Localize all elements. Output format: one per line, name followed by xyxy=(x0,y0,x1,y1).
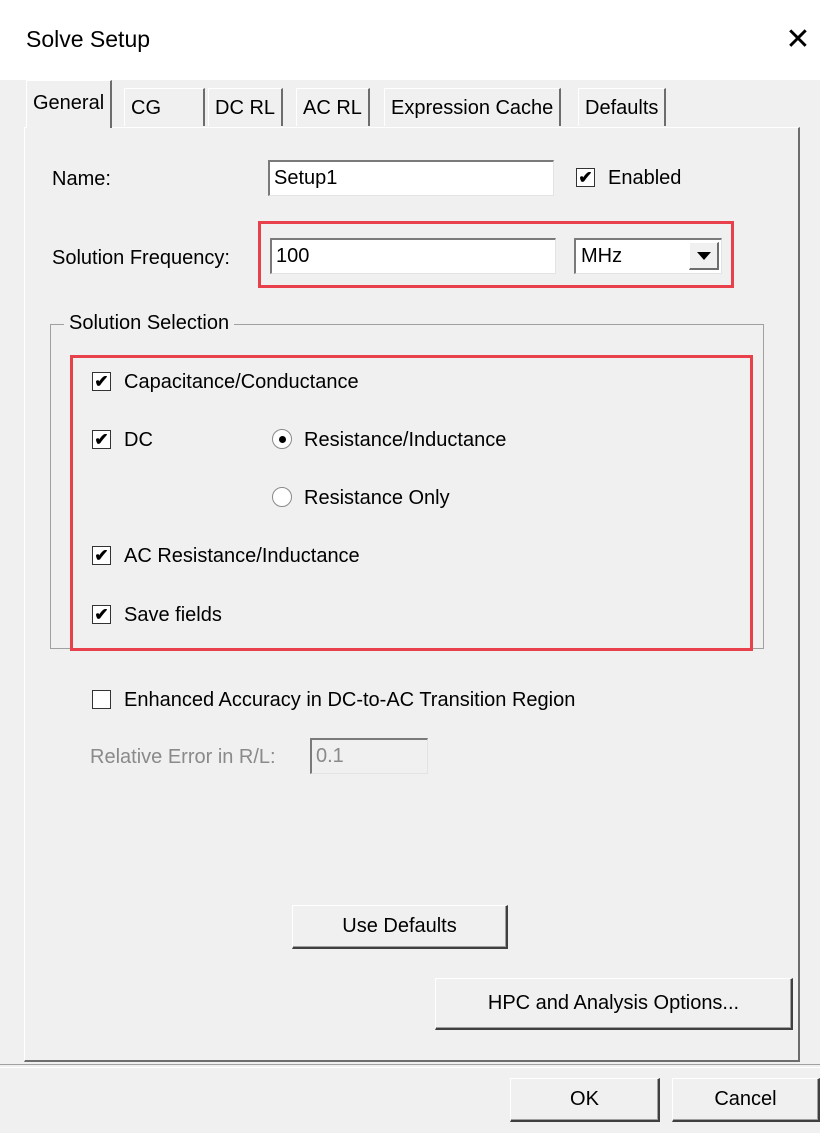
tab-label: DC RL xyxy=(215,97,276,119)
relative-error-label: Relative Error in R/L: xyxy=(90,746,276,768)
resistance-inductance-radio[interactable] xyxy=(272,429,292,449)
tab-ac-rl[interactable]: AC RL xyxy=(296,88,370,126)
solution-frequency-label: Solution Frequency: xyxy=(52,247,230,269)
footer-separator xyxy=(0,1064,820,1068)
cancel-button[interactable]: Cancel xyxy=(672,1078,820,1122)
tab-defaults[interactable]: Defaults xyxy=(578,88,667,126)
dc-label: DC xyxy=(124,429,153,451)
tab-label: General xyxy=(33,92,105,114)
tab-dc-rl[interactable]: DC RL xyxy=(208,88,284,126)
tab-general[interactable]: General xyxy=(26,80,113,128)
solution-frequency-input[interactable] xyxy=(270,238,556,274)
capacitance-conductance-label: Capacitance/Conductance xyxy=(124,371,359,393)
resistance-only-radio[interactable] xyxy=(272,487,292,507)
window-title: Solve Setup xyxy=(26,26,151,52)
enabled-checkbox[interactable]: ✔ xyxy=(576,168,595,187)
chevron-down-icon[interactable] xyxy=(689,242,719,270)
enhanced-accuracy-label: Enhanced Accuracy in DC-to-AC Transition… xyxy=(124,689,576,711)
name-label: Name: xyxy=(52,168,111,190)
save-fields-checkbox[interactable]: ✔ xyxy=(92,605,111,624)
tab-label: Defaults xyxy=(585,97,659,119)
frequency-unit-value: MHz xyxy=(581,245,623,267)
hpc-analysis-options-button[interactable]: HPC and Analysis Options... xyxy=(435,978,793,1030)
enabled-label: Enabled xyxy=(608,167,682,189)
tab-label: CG xyxy=(131,97,161,119)
save-fields-label: Save fields xyxy=(124,604,222,626)
ac-resistance-inductance-checkbox[interactable]: ✔ xyxy=(92,546,111,565)
solution-selection-title: Solution Selection xyxy=(64,312,235,335)
dc-checkbox[interactable]: ✔ xyxy=(92,430,111,449)
capacitance-conductance-checkbox[interactable]: ✔ xyxy=(92,372,111,391)
ac-resistance-inductance-label: AC Resistance/Inductance xyxy=(124,545,360,567)
name-input[interactable] xyxy=(268,160,554,196)
tab-expression-cache[interactable]: Expression Cache xyxy=(384,88,562,126)
tab-cg[interactable]: CG xyxy=(124,88,205,126)
tab-label: AC RL xyxy=(303,97,362,119)
frequency-unit-select[interactable]: MHz xyxy=(574,238,722,274)
title-bar: Solve Setup ✕ xyxy=(0,0,820,80)
close-icon[interactable]: ✕ xyxy=(776,14,820,64)
use-defaults-button[interactable]: Use Defaults xyxy=(292,905,508,949)
relative-error-input[interactable] xyxy=(310,738,428,774)
resistance-inductance-label: Resistance/Inductance xyxy=(304,429,507,451)
resistance-only-label: Resistance Only xyxy=(304,487,450,509)
enhanced-accuracy-checkbox[interactable] xyxy=(92,690,111,709)
tab-label: Expression Cache xyxy=(391,97,554,119)
ok-button[interactable]: OK xyxy=(510,1078,660,1122)
